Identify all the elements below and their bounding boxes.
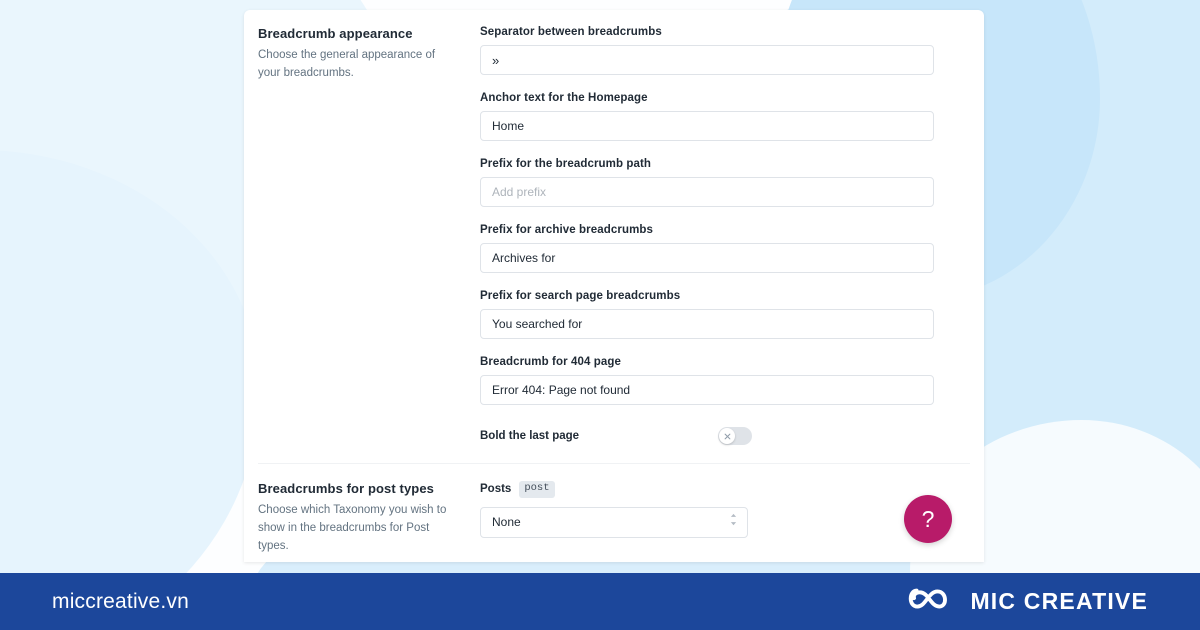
section-description-column-post-types: Breadcrumbs for post types Choose which … — [244, 481, 480, 555]
section-title-post-types: Breadcrumbs for post types — [258, 481, 434, 496]
footer-site-url: miccreative.vn — [52, 589, 190, 613]
field-search-prefix: Prefix for search page breadcrumbs — [480, 290, 934, 339]
error-404-input[interactable] — [480, 375, 934, 405]
close-icon — [724, 433, 730, 439]
post-type-label: Posts — [480, 483, 512, 496]
field-404-breadcrumb: Breadcrumb for 404 page — [480, 356, 934, 405]
bold-last-page-row: Bold the last page — [480, 427, 934, 445]
section-description: Choose the general appearance of your br… — [258, 49, 436, 79]
help-button[interactable]: ? — [904, 495, 952, 543]
footer-brand-name: MIC CREATIVE — [970, 588, 1148, 614]
homepage-anchor-input[interactable] — [480, 111, 934, 141]
section-fields-column: Separator between breadcrumbs Anchor tex… — [480, 26, 984, 463]
taxonomy-select-value: None — [492, 515, 521, 530]
section-description-column: Breadcrumb appearance Choose the general… — [244, 26, 480, 463]
post-type-slug-badge: post — [519, 481, 555, 498]
field-separator: Separator between breadcrumbs — [480, 26, 934, 75]
field-label-404-breadcrumb: Breadcrumb for 404 page — [480, 356, 621, 368]
separator-input[interactable] — [480, 45, 934, 75]
bold-last-page-label: Bold the last page — [480, 430, 580, 442]
section-post-types: Breadcrumbs for post types Choose which … — [244, 464, 984, 555]
taxonomy-select[interactable]: None — [480, 506, 748, 538]
field-label-search-prefix: Prefix for search page breadcrumbs — [480, 290, 681, 302]
infinity-knot-logo — [904, 581, 956, 622]
settings-card: Breadcrumb appearance Choose the general… — [244, 10, 984, 562]
section-title: Breadcrumb appearance — [258, 26, 413, 41]
search-prefix-input[interactable] — [480, 309, 934, 339]
field-label-breadcrumb-prefix: Prefix for the breadcrumb path — [480, 158, 652, 170]
footer-brand: MIC CREATIVE — [904, 581, 1148, 622]
breadcrumb-prefix-input[interactable] — [480, 177, 934, 207]
section-breadcrumb-appearance: Breadcrumb appearance Choose the general… — [244, 10, 984, 463]
post-type-header: Posts post — [480, 481, 934, 498]
field-archive-prefix: Prefix for archive breadcrumbs — [480, 224, 934, 273]
archive-prefix-input[interactable] — [480, 243, 934, 273]
section-description-post-types: Choose which Taxonomy you wish to show i… — [258, 504, 447, 552]
field-label-separator: Separator between breadcrumbs — [480, 26, 662, 38]
field-label-homepage-anchor: Anchor text for the Homepage — [480, 92, 648, 104]
field-homepage-anchor: Anchor text for the Homepage — [480, 92, 934, 141]
toggle-knob — [719, 428, 735, 444]
field-breadcrumb-prefix: Prefix for the breadcrumb path — [480, 158, 934, 207]
footer-bar: miccreative.vn MIC CREATIVE — [0, 573, 1200, 630]
field-label-archive-prefix: Prefix for archive breadcrumbs — [480, 224, 654, 236]
bold-last-page-toggle[interactable] — [718, 427, 752, 445]
taxonomy-select-wrapper: None — [480, 506, 748, 538]
